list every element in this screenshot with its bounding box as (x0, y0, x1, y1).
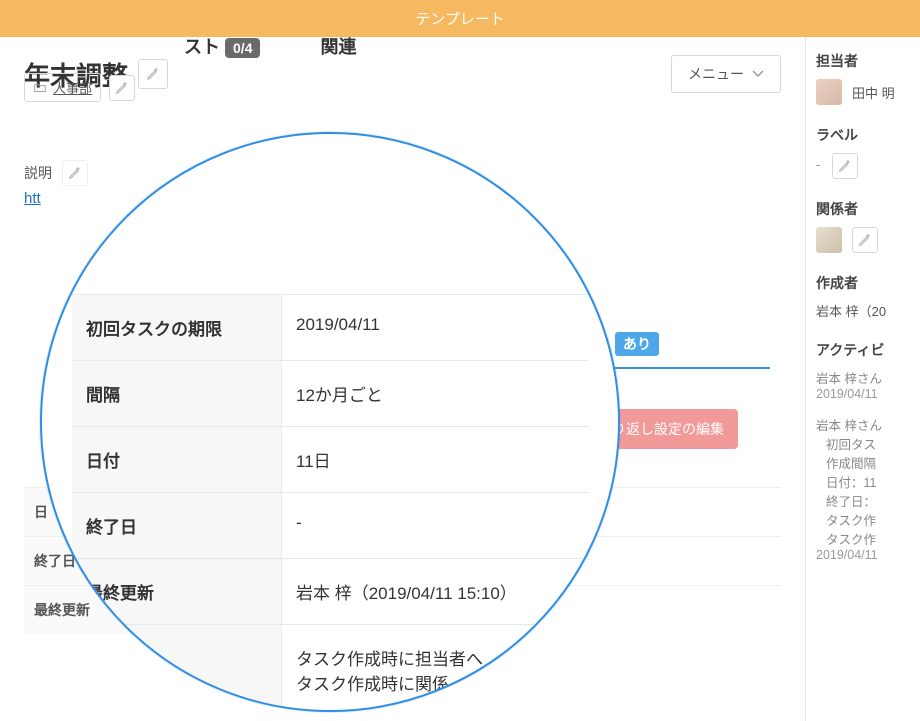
edit-breadcrumb-button[interactable] (109, 75, 135, 101)
pencil-icon (68, 166, 82, 180)
table-row: 終了日 - (72, 492, 588, 558)
activity-heading: アクティビ (816, 340, 910, 360)
th-first-deadline: 初回タスクの期限 (72, 295, 282, 360)
table-row: 最終更新 岩本 梓（2019/04/11 15:10） (72, 558, 588, 624)
label-value: - (816, 157, 820, 172)
pencil-icon (838, 159, 852, 173)
recurrence-table: 初回タスクの期限 2019/04/11 間隔 12か月ごと 日付 11日 終了日… (72, 294, 588, 712)
th-last-updated: 最終更新 (72, 559, 282, 624)
sidebar-label: ラベル - (816, 125, 910, 179)
avatar (816, 79, 842, 105)
th-end-date: 終了日 (72, 493, 282, 558)
label-heading: ラベル (816, 125, 910, 145)
edit-label-button[interactable] (832, 153, 858, 179)
edit-related-button[interactable] (852, 227, 878, 253)
creator-heading: 作成者 (816, 273, 910, 293)
zoom-lens: 初回タスクの期限 2019/04/11 間隔 12か月ごと 日付 11日 終了日… (40, 132, 620, 712)
assignee-name: 田中 明 (852, 83, 895, 102)
sidebar-assignee: 担当者 田中 明 (816, 51, 910, 105)
creator-name: 岩本 梓（20 (816, 301, 910, 320)
td-last-updated: 岩本 梓（2019/04/11 15:10） (282, 559, 588, 624)
td-date: 11日 (282, 427, 588, 492)
active-tab-underline (590, 367, 770, 369)
description-label: 説明 (24, 163, 52, 183)
table-row: 定 タスク作成時に担当者へ タスク作成時に関係 (72, 624, 588, 712)
menu-button-label: メニュー (688, 64, 744, 84)
th-interval: 間隔 (72, 361, 282, 426)
template-banner: テンプレート (0, 0, 920, 37)
td-notify-settings: タスク作成時に担当者へ タスク作成時に関係 (282, 625, 588, 712)
th-notify-settings: 定 (72, 625, 282, 712)
activity-item: 岩本 梓さん 初回タス 作成間隔 日付：11 終了日： タスク作 タスク作 20… (816, 415, 910, 562)
pencil-icon (146, 67, 160, 81)
sidebar-activity: アクティビ 岩本 梓さん 2019/04/11 岩本 梓さん 初回タス 作成間隔… (816, 340, 910, 562)
menu-button[interactable]: メニュー (671, 55, 781, 93)
sidebar-creator: 作成者 岩本 梓（20 (816, 273, 910, 320)
td-first-deadline: 2019/04/11 (282, 295, 588, 360)
related-heading: 関係者 (816, 199, 910, 219)
activity-item: 岩本 梓さん 2019/04/11 (816, 368, 910, 401)
breadcrumb-dept: 人事部 (53, 78, 92, 97)
template-banner-label: テンプレート (415, 11, 505, 28)
checklist-count-badge: 0/4 (225, 38, 260, 58)
pencil-icon (115, 81, 129, 95)
status-badge: あり (615, 332, 659, 356)
table-row: 日付 11日 (72, 426, 588, 492)
sidebar: 担当者 田中 明 ラベル - 関係者 (805, 37, 920, 721)
table-row: 初回タスクの期限 2019/04/11 (72, 294, 588, 360)
assignee-heading: 担当者 (816, 51, 910, 71)
td-interval: 12か月ごと (282, 361, 588, 426)
pencil-icon (858, 233, 872, 247)
main-pane: 年末調整 メニュー スト 0/4 関連 人事部 (0, 37, 805, 721)
sidebar-related: 関係者 (816, 199, 910, 253)
table-row: 間隔 12か月ごと (72, 360, 588, 426)
tab-related[interactable]: 関連 (320, 33, 356, 59)
chevron-down-icon (752, 70, 764, 78)
edit-description-button[interactable] (62, 160, 88, 186)
tab-checklist[interactable]: スト 0/4 (184, 33, 260, 59)
td-end-date: - (282, 493, 588, 558)
breadcrumb[interactable]: 人事部 (24, 73, 101, 102)
folder-icon (33, 81, 47, 95)
avatar (816, 227, 842, 253)
edit-title-button[interactable] (138, 59, 168, 89)
th-date: 日付 (72, 427, 282, 492)
